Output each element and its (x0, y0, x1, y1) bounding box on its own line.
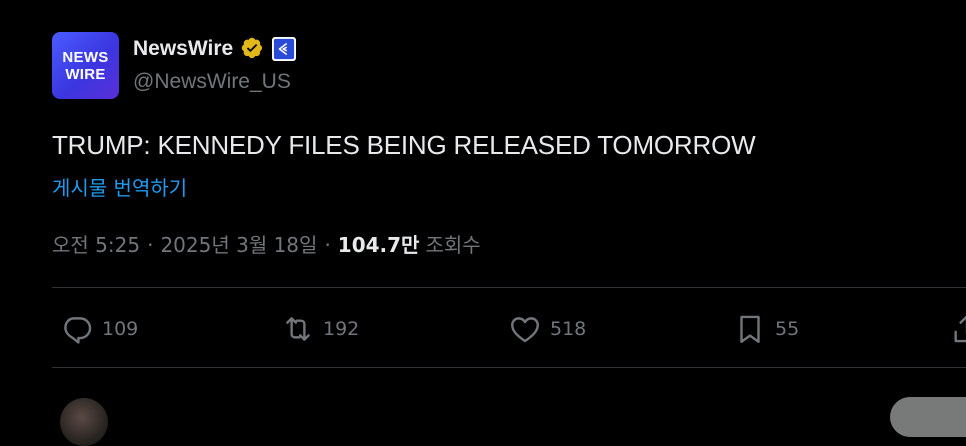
avatar-logo-line-2: WIRE (65, 65, 106, 83)
divider (52, 367, 966, 368)
gold-verified-badge-icon[interactable] (240, 36, 266, 62)
account-name-row: NewsWire (133, 34, 297, 64)
bookmark-button[interactable]: 55 (733, 312, 799, 346)
share-button[interactable] (950, 312, 966, 346)
meta-separator: · (324, 233, 331, 257)
translate-post-link[interactable]: 게시물 번역하기 (52, 172, 187, 201)
post-date[interactable]: 2025년 3월 18일 (160, 229, 317, 258)
affiliate-badge-icon[interactable] (272, 37, 297, 61)
repost-button[interactable]: 192 (281, 312, 359, 346)
meta-separator: · (147, 233, 154, 257)
post-meta: 오전 5:25 · 2025년 3월 18일 · 104.7만 조회수 (52, 229, 481, 258)
post-time[interactable]: 오전 5:25 (52, 229, 140, 258)
reply-count: 109 (102, 318, 139, 340)
display-name[interactable]: NewsWire (133, 37, 233, 61)
views-label: 조회수 (425, 233, 481, 257)
avatar-logo-line-1: NEWS (62, 48, 109, 66)
share-icon (954, 315, 966, 343)
post-detail: NEWS WIRE NewsWire @NewsWire_US TRUMP: K… (0, 0, 966, 446)
reply-icon (64, 317, 92, 344)
bookmark-icon (740, 315, 760, 343)
views-count[interactable]: 104.7만 (338, 229, 420, 258)
repost-icon (286, 317, 310, 341)
post-text: TRUMP: KENNEDY FILES BEING RELEASED TOMO… (52, 130, 756, 160)
divider (52, 287, 966, 288)
current-user-avatar[interactable] (60, 398, 108, 446)
reply-submit-button[interactable] (890, 397, 966, 437)
like-button[interactable]: 518 (508, 312, 586, 346)
repost-count: 192 (323, 318, 360, 340)
account-avatar[interactable]: NEWS WIRE (52, 32, 119, 99)
bookmark-count: 55 (775, 318, 800, 340)
reply-button[interactable]: 109 (60, 312, 138, 346)
account-handle[interactable]: @NewsWire_US (133, 70, 291, 94)
heart-icon (511, 317, 539, 343)
like-count: 518 (550, 318, 587, 340)
